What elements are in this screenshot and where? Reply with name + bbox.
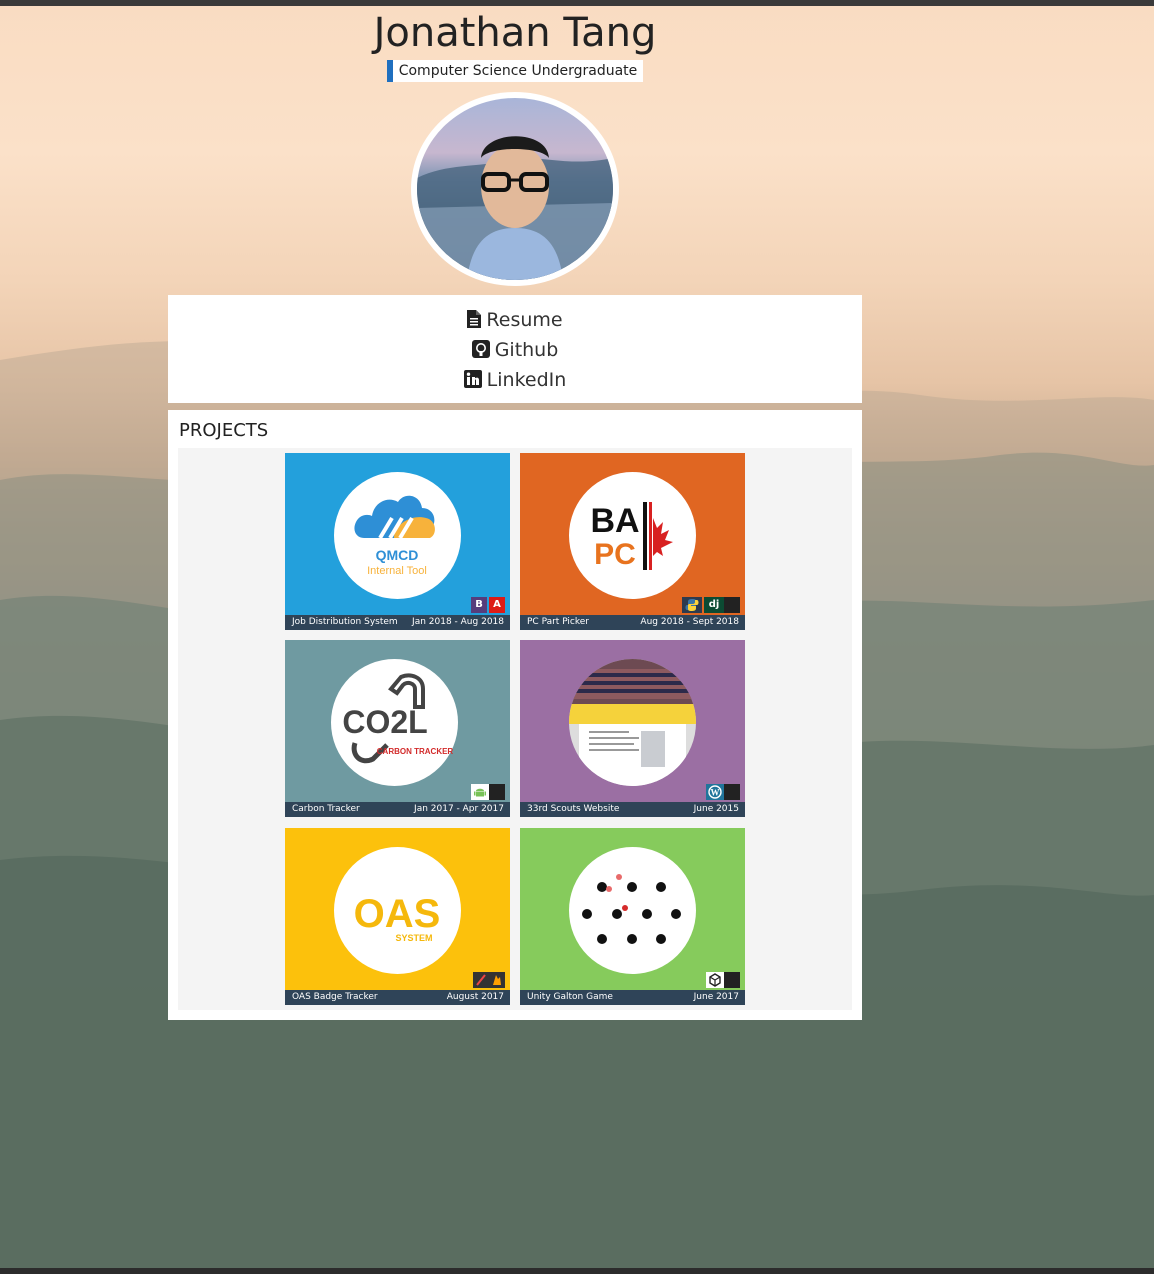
project-title: OAS Badge Tracker xyxy=(292,992,378,1002)
project-logo: QMCD Internal Tool xyxy=(334,472,461,599)
project-date: June 2017 xyxy=(693,992,739,1002)
svg-text:W: W xyxy=(711,788,720,798)
avatar xyxy=(411,92,619,286)
project-logo: BA PC xyxy=(569,472,696,599)
project-card-job-distribution[interactable]: QMCD Internal Tool B A Job Distribution … xyxy=(285,453,510,630)
logo-text: BA xyxy=(590,502,639,540)
logo-sub: CARBON TRACKER xyxy=(377,747,454,756)
angular-icon: A xyxy=(489,597,505,613)
project-caption: Carbon Tracker Jan 2017 - Apr 2017 xyxy=(285,802,510,817)
profile-photo xyxy=(417,98,613,280)
android-icon xyxy=(471,784,489,800)
linkedin-link[interactable]: LinkedIn xyxy=(168,365,862,395)
file-icon xyxy=(467,307,482,337)
tech-badges xyxy=(471,784,505,800)
project-caption: PC Part Picker Aug 2018 - Sept 2018 xyxy=(520,615,745,630)
page-title: Jonathan Tang xyxy=(373,10,657,56)
tool-icon xyxy=(473,972,489,988)
project-title: Carbon Tracker xyxy=(292,804,360,814)
project-card-oas-badge-tracker[interactable]: OAS SYSTEM OAS Badge Tracker August 2017 xyxy=(285,828,510,1005)
logo-sub: SYSTEM xyxy=(395,933,432,943)
resume-link[interactable]: Resume xyxy=(168,305,862,335)
project-title: 33rd Scouts Website xyxy=(527,804,620,814)
project-date: June 2015 xyxy=(693,804,739,814)
project-logo xyxy=(569,847,696,974)
tech-badges xyxy=(706,972,740,988)
project-caption: OAS Badge Tracker August 2017 xyxy=(285,990,510,1005)
project-logo: CO2L CARBON TRACKER xyxy=(331,659,458,786)
project-date: August 2017 xyxy=(446,992,504,1002)
project-logo: OAS SYSTEM xyxy=(334,847,461,974)
project-title: Unity Galton Game xyxy=(527,992,613,1002)
project-card-pc-part-picker[interactable]: BA PC dj PC Part Picker Aug 2018 - Sept … xyxy=(520,453,745,630)
tech-badges: dj xyxy=(682,597,740,613)
project-title: PC Part Picker xyxy=(527,617,590,627)
project-date: Aug 2018 - Sept 2018 xyxy=(640,617,739,627)
tech-badges: B A xyxy=(471,597,505,613)
logo-text: CO2L xyxy=(342,704,427,740)
project-title: Job Distribution System xyxy=(292,617,398,627)
projects-heading: PROJECTS xyxy=(179,420,269,441)
project-card-scouts-website[interactable]: W 33rd Scouts Website June 2015 xyxy=(520,640,745,817)
project-logo xyxy=(569,659,696,786)
subtitle-badge: Computer Science Undergraduate xyxy=(387,60,643,82)
projects-grid: QMCD Internal Tool B A Job Distribution … xyxy=(178,448,852,1010)
logo-sub: PC xyxy=(594,538,636,571)
django-icon: dj xyxy=(704,597,724,613)
python-icon xyxy=(682,597,702,613)
logo-text: OAS xyxy=(354,892,441,936)
project-date: Jan 2018 - Aug 2018 xyxy=(412,617,504,627)
project-caption: Job Distribution System Jan 2018 - Aug 2… xyxy=(285,615,510,630)
project-card-galton-game[interactable]: Unity Galton Game June 2017 xyxy=(520,828,745,1005)
tech-badges: W xyxy=(706,784,740,800)
logo-text: QMCD xyxy=(376,547,419,563)
linkedin-icon xyxy=(463,367,482,397)
project-caption: Unity Galton Game June 2017 xyxy=(520,990,745,1005)
links-panel: Resume Github LinkedIn xyxy=(168,295,862,403)
github-icon xyxy=(471,337,490,367)
logo-sub: Internal Tool xyxy=(367,565,427,577)
wordpress-icon: W xyxy=(706,784,724,800)
project-caption: 33rd Scouts Website June 2015 xyxy=(520,802,745,817)
project-date: Jan 2017 - Apr 2017 xyxy=(414,804,504,814)
unity-icon xyxy=(706,972,724,988)
github-link[interactable]: Github xyxy=(168,335,862,365)
projects-panel: PROJECTS QMCD Internal Tool B A Job Dist… xyxy=(168,410,862,1020)
firebase-icon xyxy=(489,972,505,988)
project-card-carbon-tracker[interactable]: CO2L CARBON TRACKER Carbon Tracker Jan 2… xyxy=(285,640,510,817)
browser-bottom-bar xyxy=(0,1268,1154,1274)
resume-label: Resume xyxy=(486,309,563,331)
github-label: Github xyxy=(494,339,559,361)
bootstrap-icon: B xyxy=(471,597,487,613)
tech-badges xyxy=(473,972,505,988)
linkedin-label: LinkedIn xyxy=(486,369,567,391)
